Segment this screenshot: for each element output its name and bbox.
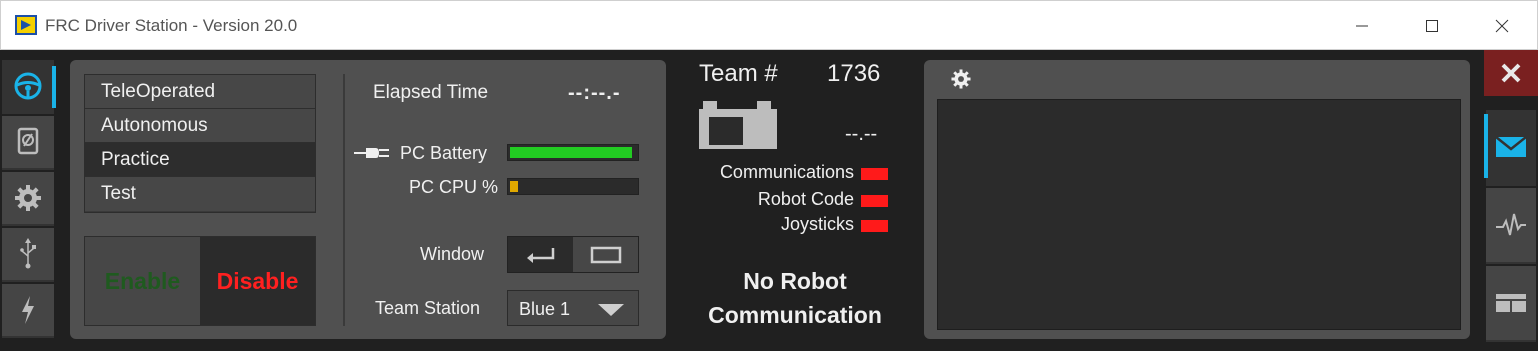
tab-setup[interactable]	[2, 172, 54, 226]
enable-disable-group: Enable Disable	[84, 236, 316, 326]
dropdown-arrow-icon	[598, 304, 624, 316]
elapsed-time-value: --:--.-	[568, 82, 621, 104]
communications-status: Communications	[690, 162, 890, 186]
team-station-select[interactable]: Blue 1	[507, 290, 639, 326]
diagnostics-icon	[17, 127, 39, 155]
mode-item-teleoperated[interactable]: TeleOperated	[85, 75, 315, 109]
tab-usb-devices[interactable]	[2, 228, 54, 282]
team-number-value[interactable]: 1736	[827, 60, 880, 88]
window-default-button[interactable]	[573, 237, 638, 272]
left-tab-rail	[0, 60, 58, 342]
dock-return-icon	[526, 247, 554, 263]
joysticks-indicator	[861, 220, 888, 232]
mode-item-autonomous[interactable]: Autonomous	[85, 109, 315, 143]
close-icon	[1495, 19, 1509, 33]
active-tab-indicator	[52, 66, 56, 108]
window-mode-label: Window	[420, 244, 485, 264]
minimize-button[interactable]	[1327, 1, 1397, 51]
joysticks-label: Joysticks	[780, 214, 854, 234]
communications-label: Communications	[719, 162, 854, 182]
window-docked-button[interactable]	[508, 237, 573, 272]
elapsed-time-label: Elapsed Time	[373, 82, 489, 103]
plug-icon	[354, 148, 389, 158]
envelope-icon	[1495, 136, 1527, 157]
team-number-label: Team #	[699, 60, 778, 87]
team-station-value: Blue 1	[519, 299, 571, 319]
close-icon	[1501, 63, 1521, 83]
close-driver-station-button[interactable]	[1484, 50, 1538, 96]
robot-voltage: --.--	[845, 123, 878, 145]
pc-battery-fill	[510, 147, 632, 158]
tab-operation[interactable]	[2, 60, 54, 114]
mode-item-practice[interactable]: Practice	[85, 143, 315, 177]
maximize-button[interactable]	[1397, 1, 1467, 51]
panel-divider	[343, 74, 345, 326]
robot-status-message: No Robot Communication	[690, 264, 900, 332]
split-view-icon	[1496, 294, 1526, 312]
pc-battery-bar	[507, 144, 639, 161]
tab-both[interactable]	[1486, 266, 1536, 342]
communications-indicator	[861, 168, 888, 180]
gear-icon	[15, 185, 41, 211]
usb-icon	[20, 238, 36, 269]
window-mode-toggle	[507, 236, 639, 273]
waveform-icon	[1496, 213, 1526, 236]
tab-power[interactable]	[2, 284, 54, 338]
pc-cpu-bar	[507, 178, 639, 195]
window-close-button[interactable]	[1467, 1, 1537, 51]
robot-battery-icon	[699, 101, 777, 149]
mode-list: TeleOperated Autonomous Practice Test	[84, 74, 316, 213]
joysticks-status: Joysticks	[690, 214, 890, 238]
steering-wheel-icon	[14, 72, 42, 100]
tab-messages[interactable]	[1486, 110, 1536, 186]
minimize-icon	[1356, 25, 1368, 27]
message-settings-gear-icon[interactable]	[950, 68, 972, 90]
window-icon	[590, 246, 621, 263]
pc-cpu-fill	[510, 181, 518, 192]
robot-code-label: Robot Code	[757, 189, 854, 209]
tab-charts[interactable]	[1486, 188, 1536, 264]
mode-item-test[interactable]: Test	[85, 177, 315, 211]
pc-cpu-label: PC CPU %	[409, 177, 499, 197]
robot-code-indicator	[861, 195, 888, 207]
maximize-icon	[1426, 20, 1438, 32]
pc-battery-label: PC Battery	[400, 143, 488, 163]
active-right-tab-indicator	[1484, 114, 1488, 178]
disable-button[interactable]: Disable	[200, 237, 315, 325]
power-icon	[22, 296, 34, 324]
messages-output[interactable]	[937, 99, 1461, 330]
labview-app-icon	[15, 15, 37, 35]
robot-status-line-2: Communication	[708, 302, 882, 328]
team-station-label: Team Station	[375, 298, 481, 318]
robot-code-status: Robot Code	[690, 189, 890, 213]
window-title: FRC Driver Station - Version 20.0	[45, 16, 298, 35]
tab-diagnostics[interactable]	[2, 116, 54, 170]
enable-button[interactable]: Enable	[85, 237, 200, 325]
title-bar: FRC Driver Station - Version 20.0	[0, 0, 1538, 50]
robot-status-line-1: No Robot	[743, 268, 847, 294]
